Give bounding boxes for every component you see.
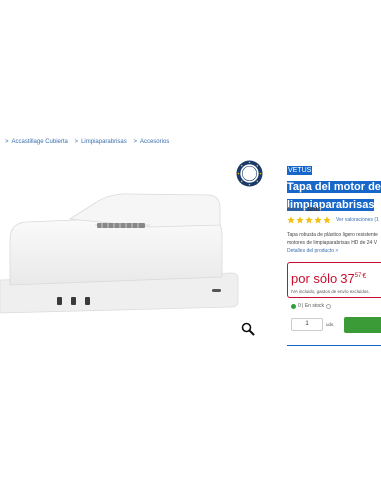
rating: Ver valoraciones (1 (287, 216, 379, 224)
quantity-input[interactable]: 1 (291, 318, 323, 331)
reviews-link[interactable]: Ver valoraciones (1 (336, 217, 379, 223)
description-line-1: Tapa robusta de plástico ligero resisten… (287, 232, 378, 238)
breadcrumb-item-accesorios[interactable]: Accesorios (140, 139, 169, 145)
star-icon (305, 216, 313, 224)
product-title-line-1: Tapa del motor del (287, 181, 381, 193)
description-line-2: motores de limpiaparabrisas HD de 24 V (287, 240, 378, 246)
zoom-icon[interactable] (241, 322, 255, 336)
product-description: Tapa robusta de plástico ligero resisten… (287, 231, 381, 247)
star-icon (323, 216, 331, 224)
stock-dot-icon (291, 303, 296, 309)
star-icon (314, 216, 322, 224)
quantity-unit: uds. (326, 322, 335, 327)
breadcrumb-separator: > (133, 139, 137, 145)
breadcrumb-separator: > (74, 139, 79, 145)
stock-text: 0 | En stock (298, 303, 325, 309)
breadcrumb-item-cubierta[interactable]: Accastillage Cubierta (12, 139, 68, 145)
stock-status: 0 | En stock (291, 303, 332, 309)
price: por sólo 3757€ (291, 270, 366, 288)
product-details-link[interactable]: Detalles del producto > (287, 248, 338, 254)
brand-label[interactable]: VETUS (287, 166, 313, 175)
price-decimals: 57 (354, 273, 362, 279)
price-currency: € (362, 273, 367, 280)
price-integer: 37 (340, 271, 355, 286)
star-icon (287, 216, 295, 224)
add-to-cart-button[interactable] (344, 317, 381, 333)
price-prefix: por sólo (291, 271, 338, 286)
product-image[interactable] (0, 185, 250, 325)
article-number: Artículo: 32013 (287, 207, 321, 213)
breadcrumb: > Accastillage Cubierta > Limpiaparabrisas… (0, 139, 169, 149)
vat-note: IVA incluido, gastos de envío excluidos. (291, 289, 370, 294)
article-value: 32013 (306, 207, 321, 213)
quality-badge-icon (236, 160, 263, 187)
divider (287, 345, 381, 346)
info-icon[interactable] (326, 303, 332, 309)
star-icon (296, 216, 304, 224)
article-label: Artículo: (287, 207, 306, 213)
breadcrumb-separator: > (5, 139, 9, 145)
breadcrumb-item-limpiaparabrisas[interactable]: Limpiaparabrisas (81, 139, 127, 145)
